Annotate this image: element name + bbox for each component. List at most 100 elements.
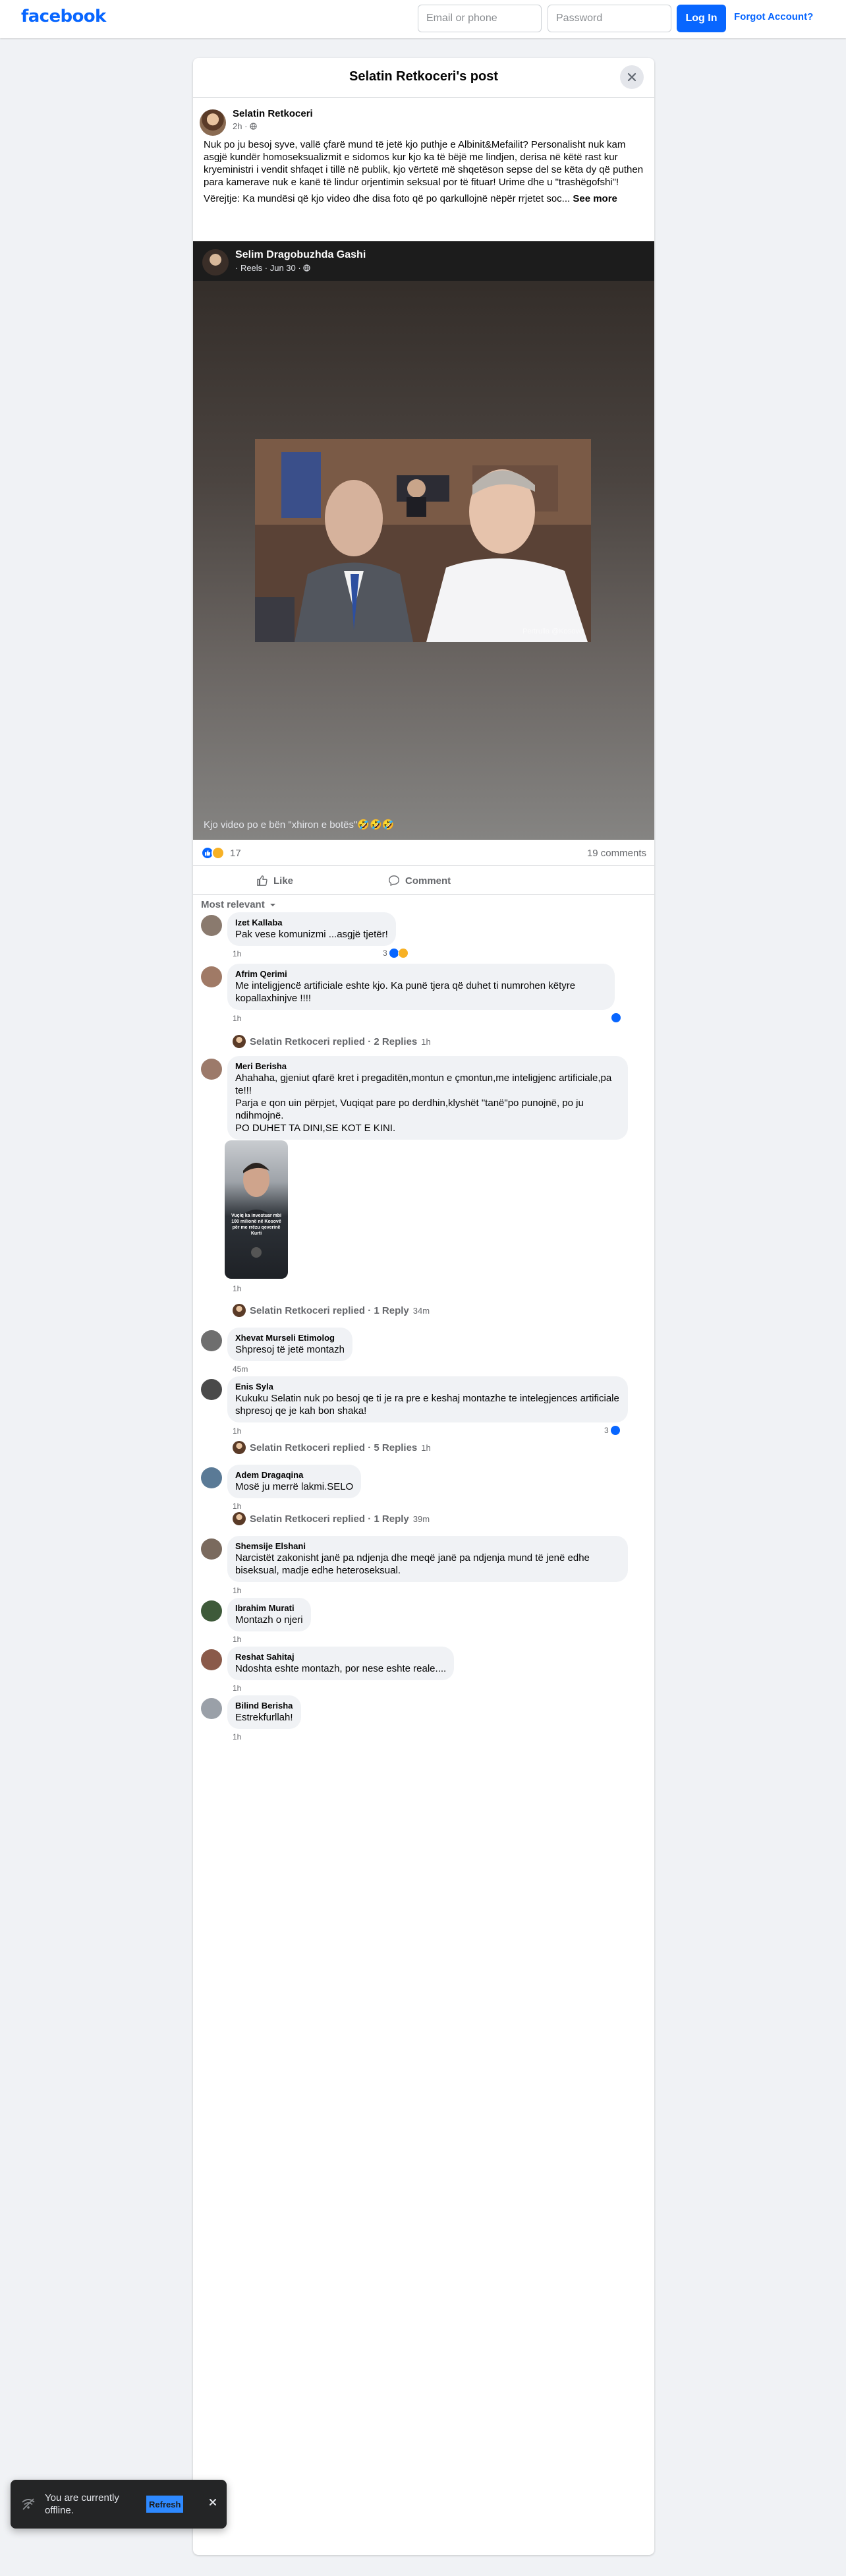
comment-time[interactable]: 1h <box>233 1014 241 1023</box>
comment-text: PO DUHET TA DINI,SE KOT E KINI. <box>235 1123 396 1134</box>
reply-author-avatar <box>233 1512 246 1525</box>
commenter-avatar[interactable] <box>201 1467 222 1488</box>
replies-time: 1h <box>421 1442 431 1453</box>
comment-sort-dropdown[interactable]: Most relevant <box>201 899 277 910</box>
post-body: Nuk po ju besoj syve, vallë çfarë mund t… <box>193 138 654 205</box>
commenter-avatar[interactable] <box>201 1059 222 1080</box>
comments-count[interactable]: 19 comments <box>587 848 646 859</box>
comment-reactions[interactable]: 3 <box>383 948 409 958</box>
commenter-avatar[interactable] <box>201 966 222 987</box>
comment-time[interactable]: 45m <box>233 1364 248 1374</box>
comment-button[interactable]: Comment <box>388 870 451 891</box>
author-avatar[interactable] <box>200 109 226 136</box>
like-label: Like <box>273 875 294 887</box>
commenter-name[interactable]: Enis Syla <box>235 1382 620 1392</box>
post-note: Vërejtje: Ka mundësi që kjo video dhe di… <box>204 192 644 205</box>
globe-icon <box>303 264 311 272</box>
comment-reaction-count: 3 <box>383 949 387 958</box>
video-author-name[interactable]: Selim Dragobuzhda Gashi <box>235 249 366 261</box>
commenter-name[interactable]: Reshat Sahitaj <box>235 1652 446 1662</box>
comment-text: Me inteligjencë artificiale eshte kjo. K… <box>235 980 576 1004</box>
like-button[interactable]: Like <box>256 870 293 891</box>
commenter-name[interactable]: Bilind Berisha <box>235 1701 293 1711</box>
comment-text: Shpresoj të jetë montazh <box>235 1344 345 1355</box>
replies-time: 34m <box>412 1305 430 1316</box>
commenter-avatar[interactable] <box>201 1330 222 1351</box>
view-replies-button[interactable]: Selatin Retkoceri replied · 5 Replies 1h <box>233 1441 431 1454</box>
comment-time[interactable]: 1h <box>233 1586 241 1595</box>
attachment-caption: Vuçiq ka investuar mbi 100 milionë në Ko… <box>231 1214 281 1236</box>
comment-time[interactable]: 1h <box>233 1635 241 1644</box>
author-name[interactable]: Selatin Retkoceri <box>233 108 313 119</box>
comment-bubble: Shemsije Elshani Narcistët zakonisht jan… <box>227 1536 628 1582</box>
comment-reactions[interactable] <box>611 1012 621 1023</box>
close-icon[interactable] <box>208 2498 217 2507</box>
comment-bubble: Bilind Berisha Estrekfurllah! <box>227 1695 301 1729</box>
comment-attachment-image[interactable]: Vuçiq ka investuar mbi 100 milionë në Ko… <box>225 1140 288 1279</box>
view-replies-button[interactable]: Selatin Retkoceri replied · 1 Reply 39m <box>233 1512 430 1525</box>
comment-time[interactable]: 1h <box>233 1426 241 1436</box>
view-replies-button[interactable]: Selatin Retkoceri replied · 2 Replies 1h <box>233 1035 431 1048</box>
refresh-button[interactable]: Refresh <box>146 2496 184 2513</box>
comment-bubble: Ibrahim Murati Montazh o njeri <box>227 1598 311 1631</box>
commenter-name[interactable]: Afrim Qerimi <box>235 969 607 980</box>
comment-time[interactable]: 1h <box>233 1502 241 1511</box>
video-watermark: Pertrulla @Kosovo <box>522 628 583 635</box>
sort-label: Most relevant <box>201 899 265 910</box>
email-input[interactable] <box>418 5 542 32</box>
offline-toast: You are currently offline. Refresh <box>11 2480 227 2529</box>
video-still-image <box>255 439 591 642</box>
video-frame[interactable]: Pertrulla @Kosovo <box>255 439 591 642</box>
commenter-name[interactable]: Izet Kallaba <box>235 918 388 928</box>
replies-time: 39m <box>412 1513 430 1524</box>
commenter-avatar[interactable] <box>201 915 222 936</box>
commenter-avatar[interactable] <box>201 1649 222 1670</box>
see-more-link[interactable]: See more <box>573 193 617 204</box>
reply-author-avatar <box>233 1304 246 1317</box>
comment-time[interactable]: 1h <box>233 949 241 958</box>
comment-bubble: Izet Kallaba Pak vese komunizmi ...asgjë… <box>227 912 396 946</box>
reply-author-avatar <box>233 1035 246 1048</box>
comment-reaction-count: 3 <box>604 1426 609 1435</box>
commenter-name[interactable]: Meri Berisha <box>235 1061 620 1072</box>
comment-bubble: Reshat Sahitaj Ndoshta eshte montazh, po… <box>227 1647 455 1680</box>
post-dialog: Selatin Retkoceri's post Selatin Retkoce… <box>193 58 654 2555</box>
commenter-avatar[interactable] <box>201 1600 222 1622</box>
reactions-summary: 17 19 comments <box>193 840 654 866</box>
comment-time[interactable]: 1h <box>233 1732 241 1742</box>
separator-dot: · <box>244 121 250 131</box>
comment-time[interactable]: 1h <box>233 1284 241 1293</box>
comment-icon <box>389 875 399 886</box>
reply-author-avatar <box>233 1441 246 1454</box>
commenter-avatar[interactable] <box>201 1698 222 1719</box>
like-reaction-icon <box>611 1012 621 1023</box>
comment-text: Parja e qon uin përpjet, Vuqiqat pare po… <box>235 1098 584 1121</box>
post-actions: Like Comment <box>193 866 654 895</box>
comment-reactions[interactable]: 3 <box>604 1425 621 1436</box>
post-meta: 2h · <box>233 121 257 131</box>
chevron-down-icon <box>269 903 275 906</box>
comment-time[interactable]: 1h <box>233 1683 241 1693</box>
commenter-name[interactable]: Adem Dragaqina <box>235 1470 353 1480</box>
view-replies-button[interactable]: Selatin Retkoceri replied · 1 Reply 34m <box>233 1304 430 1317</box>
dialog-title: Selatin Retkoceri's post <box>349 69 498 84</box>
close-button[interactable] <box>620 65 644 89</box>
comment-text: Montazh o njeri <box>235 1614 303 1625</box>
commenter-avatar[interactable] <box>201 1538 222 1560</box>
forgot-account-link[interactable]: Forgot Account? <box>734 11 813 22</box>
post-text-note: Vërejtje: Ka mundësi që kjo video dhe di… <box>204 193 571 204</box>
reaction-count[interactable]: 17 <box>230 848 241 859</box>
haha-reaction-icon <box>397 948 409 958</box>
login-button[interactable]: Log In <box>677 5 726 32</box>
reaction-icons[interactable] <box>201 846 225 860</box>
commenter-name[interactable]: Xhevat Murseli Etimolog <box>235 1333 345 1343</box>
commenter-avatar[interactable] <box>201 1379 222 1400</box>
video-meta: · Reels · Jun 30 · <box>235 263 311 273</box>
facebook-logo[interactable]: facebook <box>21 7 106 26</box>
commenter-name[interactable]: Shemsije Elshani <box>235 1541 620 1552</box>
commenter-name[interactable]: Ibrahim Murati <box>235 1603 303 1614</box>
shared-video[interactable]: Selim Dragobuzhda Gashi · Reels · Jun 30… <box>193 241 654 840</box>
password-input[interactable] <box>548 5 671 32</box>
video-author-avatar[interactable] <box>202 249 229 276</box>
post-time[interactable]: 2h <box>233 121 242 131</box>
